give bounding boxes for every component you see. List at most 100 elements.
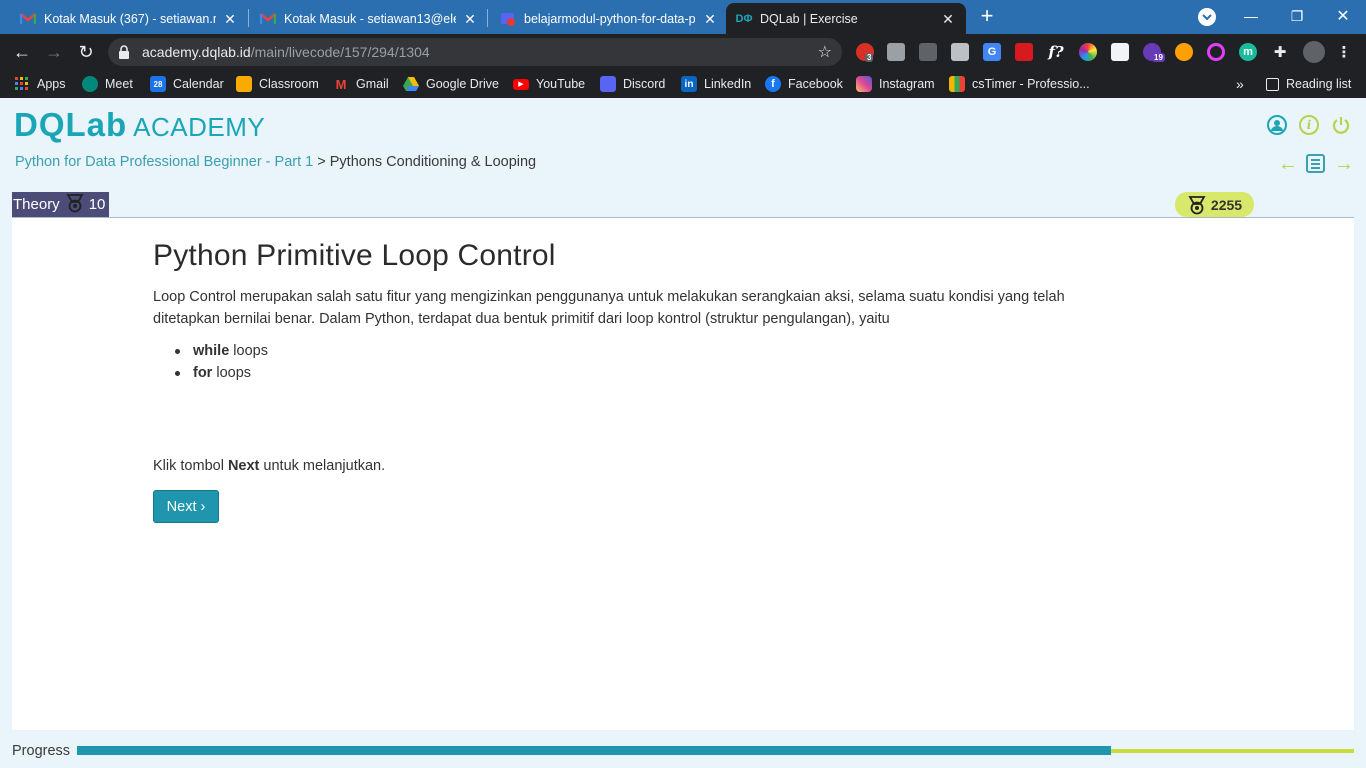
bookmarks-overflow[interactable]: » (1236, 75, 1244, 93)
bookmark-instagram[interactable]: Instagram (856, 75, 935, 93)
apps-grid-icon (14, 76, 30, 92)
formula-icon[interactable]: f? (1047, 43, 1065, 61)
profile-avatar[interactable] (1303, 41, 1325, 63)
bookmark-google-drive[interactable]: Google Drive (403, 75, 499, 93)
next-arrow-icon[interactable]: → (1334, 154, 1354, 174)
bookmark-youtube[interactable]: ▶ YouTube (513, 75, 585, 93)
medal-icon (1188, 195, 1206, 214)
url-text: academy.dqlab.id/main/livecode/157/294/1… (142, 44, 430, 60)
dqlab-logo[interactable]: DQLab ACADEMY (14, 106, 266, 143)
bookmark-apps[interactable]: Apps (14, 75, 66, 93)
extension-gray-icon[interactable] (887, 43, 905, 61)
bookmark-label: Gmail (356, 77, 389, 91)
instruction-text: Klik tombol Next untuk melanjutkan. (153, 458, 386, 474)
discord-record-icon (500, 11, 516, 27)
extensions-puzzle-icon[interactable]: ✚ (1271, 43, 1289, 61)
breadcrumb: Python for Data Professional Beginner - … (15, 154, 536, 170)
info-icon[interactable]: i (1299, 115, 1319, 135)
bookmark-cstimer[interactable]: csTimer - Professio... (949, 75, 1090, 93)
bookmark-star-icon[interactable]: ☆ (818, 42, 832, 62)
bookmark-classroom[interactable]: Classroom (236, 75, 319, 93)
bookmark-calendar[interactable]: 28 Calendar (150, 75, 224, 93)
tab-dqlab[interactable]: DΦ DQLab | Exercise ✕ (726, 3, 966, 34)
cstimer-icon (949, 76, 965, 92)
prev-arrow-icon[interactable]: ← (1278, 154, 1298, 174)
restore-icon[interactable]: ❐ (1274, 0, 1320, 32)
bookmark-label: csTimer - Professio... (972, 77, 1090, 91)
bookmark-linkedin[interactable]: in LinkedIn (681, 75, 751, 93)
progress-label: Progress (12, 743, 71, 759)
bookmark-discord[interactable]: Discord (600, 75, 665, 93)
xp-value: 2255 (1210, 196, 1243, 213)
extension-mendeley-icon[interactable] (1015, 43, 1033, 61)
theory-label: Theory (13, 196, 60, 213)
extension-printer-icon[interactable] (951, 43, 969, 61)
breadcrumb-chapter: Pythons Conditioning & Looping (329, 154, 537, 170)
youtube-icon: ▶ (513, 78, 529, 90)
discord-icon (600, 76, 616, 92)
browser-toolbar: ← → ↻ academy.dqlab.id/main/livecode/157… (0, 34, 1366, 70)
facebook-icon: f (765, 76, 781, 92)
forward-arrow-icon[interactable]: → (42, 40, 66, 64)
new-tab-button[interactable]: + (976, 5, 998, 27)
color-picker-icon[interactable] (1079, 43, 1097, 61)
list-item: while loops (173, 340, 268, 362)
logo-primary: DQLab (14, 106, 128, 143)
menu-kebab-icon[interactable]: ⋮ (1335, 43, 1353, 61)
bookmark-facebook[interactable]: f Facebook (765, 75, 843, 93)
tab-search-icon[interactable] (1198, 8, 1216, 26)
overflow-chevron: » (1236, 76, 1244, 92)
extension-owl-icon[interactable] (1175, 43, 1193, 61)
progress-remaining (1111, 749, 1354, 753)
extension-note-icon[interactable] (1111, 43, 1129, 61)
content-list-icon[interactable] (1306, 154, 1325, 173)
dqlab-icon: DΦ (735, 12, 753, 25)
extension-m-icon[interactable]: m (1239, 43, 1257, 61)
breadcrumb-course-link[interactable]: Python for Data Professional Beginner - … (15, 154, 313, 170)
bookmark-label: Meet (105, 77, 133, 91)
close-icon[interactable]: ✕ (462, 11, 478, 27)
lesson-paragraph: Loop Control merupakan salah satu fitur … (153, 289, 1065, 327)
lesson-title: Python Primitive Loop Control (153, 239, 556, 272)
address-bar[interactable]: academy.dqlab.id/main/livecode/157/294/1… (108, 38, 842, 66)
bookmark-label: Discord (623, 77, 666, 91)
translate-icon[interactable]: G (983, 43, 1001, 61)
extension-red-icon[interactable]: 3 (856, 43, 874, 62)
breadcrumb-separator: > (317, 154, 326, 170)
close-icon[interactable]: ✕ (940, 11, 956, 27)
power-icon[interactable] (1331, 115, 1351, 135)
bookmark-label: Classroom (259, 77, 319, 91)
reading-list-icon (1266, 77, 1279, 91)
tab-gmail-2[interactable]: Kotak Masuk - setiawan13@elekt ✕ (240, 3, 488, 34)
loop-types-list: while loops for loops (173, 340, 268, 384)
extension-ring-icon[interactable] (1207, 43, 1225, 61)
tab-gmail-1[interactable]: Kotak Masuk (367) - setiawan.mo ✕ (0, 3, 248, 34)
lock-icon (118, 45, 130, 64)
medal-icon (65, 193, 85, 217)
tab-discord[interactable]: belajarmodul-python-for-data-pr ✕ (480, 3, 728, 34)
theory-points: 10 (88, 196, 106, 213)
extension-copy-icon[interactable] (919, 43, 937, 61)
theory-badge: Theory 10 (12, 192, 110, 217)
extension-purple-icon[interactable]: 19 (1143, 43, 1165, 62)
bookmark-label: Apps (37, 77, 66, 91)
bookmark-label: LinkedIn (704, 77, 752, 91)
profile-icon[interactable] (1267, 115, 1287, 135)
reading-list-button[interactable]: Reading list (1266, 75, 1351, 93)
progress-bar (77, 746, 1354, 755)
reload-icon[interactable]: ↻ (74, 40, 98, 64)
classroom-icon (236, 76, 252, 92)
bookmark-gmail[interactable]: M Gmail (333, 75, 389, 93)
xp-badge: 2255 (1175, 192, 1254, 217)
reading-list-label: Reading list (1286, 77, 1352, 91)
close-icon[interactable]: ✕ (702, 11, 718, 27)
bookmark-label: Facebook (788, 77, 843, 91)
list-item: for loops (173, 362, 268, 384)
minimize-icon[interactable]: — (1228, 0, 1274, 32)
back-arrow-icon[interactable]: ← (10, 40, 34, 64)
bookmark-meet[interactable]: Meet (82, 75, 133, 93)
close-icon[interactable]: ✕ (222, 11, 238, 27)
window-close-icon[interactable]: ✕ (1320, 0, 1366, 32)
next-button[interactable]: Next › (153, 490, 219, 523)
logo-secondary: ACADEMY (133, 112, 266, 142)
